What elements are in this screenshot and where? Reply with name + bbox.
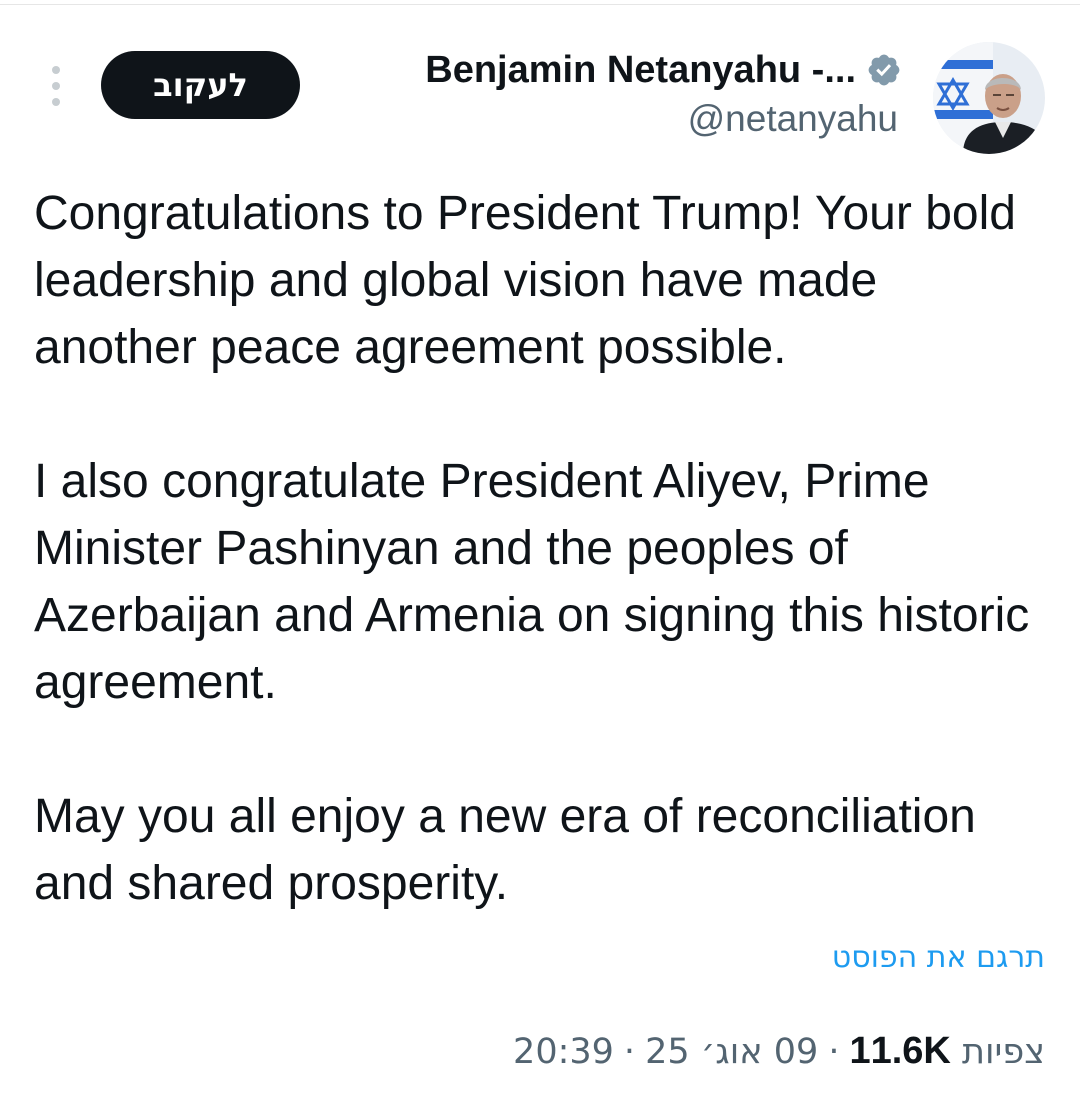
author-handle[interactable]: @netanyahu bbox=[688, 98, 898, 140]
avatar[interactable] bbox=[933, 42, 1045, 154]
more-vertical-icon bbox=[52, 66, 60, 74]
post-time[interactable]: 20:39 bbox=[513, 1032, 614, 1072]
views-label: צפיות bbox=[962, 1032, 1045, 1072]
more-dot bbox=[52, 98, 60, 106]
more-dot bbox=[52, 82, 60, 90]
author-display-name[interactable]: Benjamin Netanyahu -... bbox=[425, 49, 856, 92]
tweet-paragraph: I also congratulate President Aliyev, Pr… bbox=[34, 455, 1043, 709]
follow-button[interactable]: לעקוב bbox=[101, 51, 300, 119]
post-date[interactable]: 09 אוג׳ 25 bbox=[645, 1032, 818, 1072]
views-link[interactable]: צפיות 11.6K bbox=[849, 1030, 1045, 1073]
translate-post-link[interactable]: תרגם את הפוסט bbox=[832, 940, 1045, 975]
tweet-header: לעקוב Benjamin Netanyahu -... @netanyahu bbox=[0, 0, 1080, 160]
tweet-text: Congratulations to President Trump! Your… bbox=[34, 180, 1044, 984]
tweet-metadata: צפיות 11.6K · 09 אוג׳ 25 · 20:39 bbox=[513, 1030, 1045, 1073]
more-options-button[interactable] bbox=[44, 66, 68, 106]
tweet-paragraph: May you all enjoy a new era of reconcili… bbox=[34, 790, 990, 910]
meta-separator: · bbox=[623, 1031, 636, 1072]
author-name-row: Benjamin Netanyahu -... bbox=[425, 44, 902, 96]
tweet-paragraph: Congratulations to President Trump! Your… bbox=[34, 187, 1030, 374]
meta-separator: · bbox=[828, 1031, 840, 1072]
views-count: 11.6K bbox=[849, 1030, 951, 1072]
verified-badge-icon bbox=[866, 52, 902, 88]
